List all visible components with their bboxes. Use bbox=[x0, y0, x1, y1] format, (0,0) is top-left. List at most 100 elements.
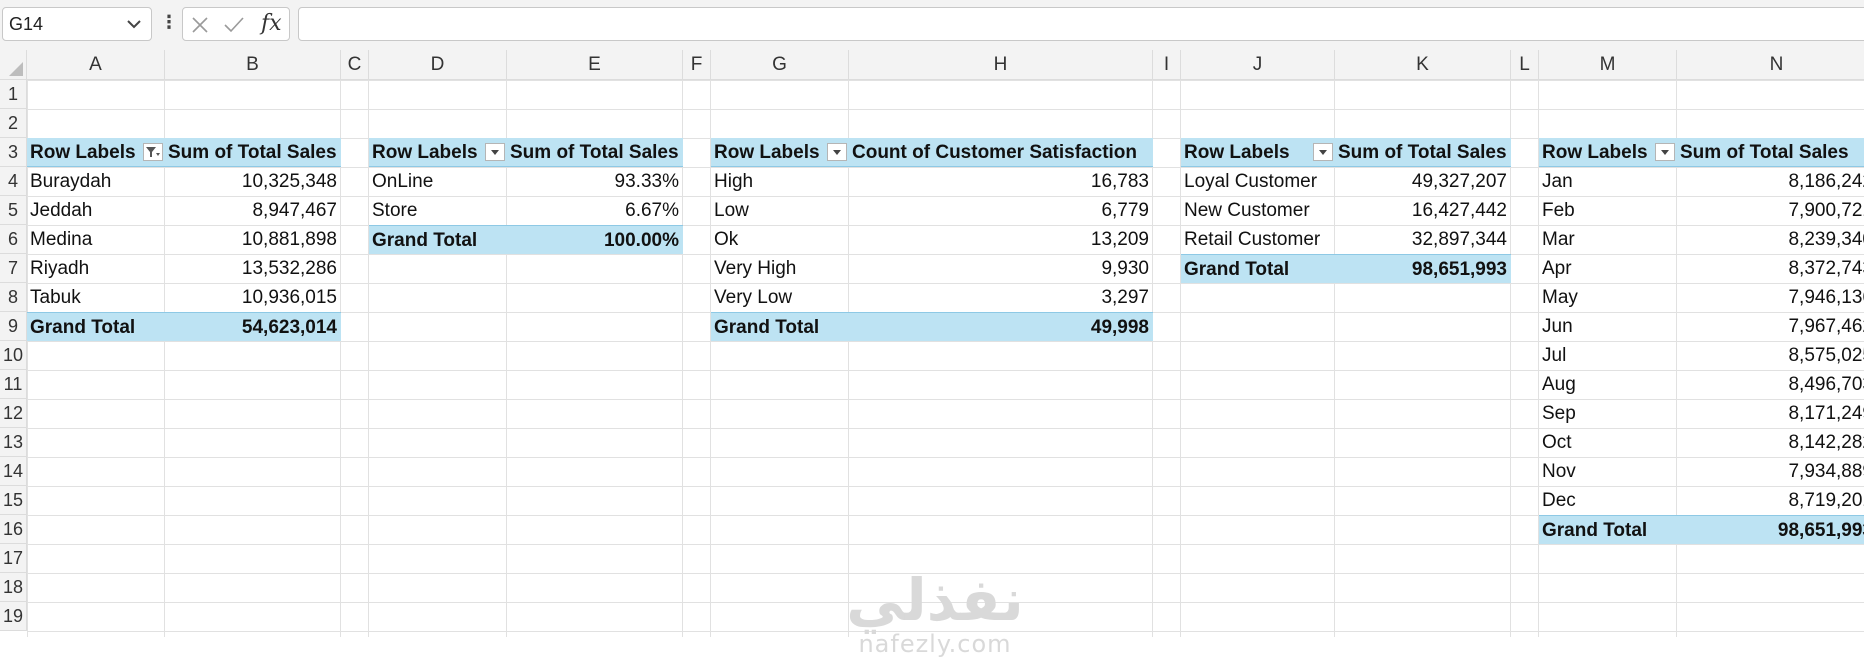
value-cell[interactable]: 93.33% bbox=[507, 167, 683, 196]
row-label[interactable]: Retail Customer bbox=[1181, 225, 1335, 254]
more-options-icon[interactable]: ⋮ bbox=[160, 12, 178, 33]
chevron-down-icon[interactable] bbox=[125, 14, 143, 34]
value-cell[interactable]: 8,239,340 bbox=[1677, 225, 1864, 254]
value-cell[interactable]: 10,881,898 bbox=[165, 225, 341, 254]
value-cell[interactable]: 8,719,201 bbox=[1677, 486, 1864, 515]
grand-total-label[interactable]: Grand Total bbox=[1181, 254, 1335, 283]
column-header-i[interactable]: I bbox=[1153, 50, 1181, 80]
value-cell[interactable]: 49,327,207 bbox=[1335, 167, 1511, 196]
row-label[interactable]: Nov bbox=[1539, 457, 1677, 486]
value-cell[interactable]: 9,930 bbox=[849, 254, 1153, 283]
value-cell[interactable]: 8,186,242 bbox=[1677, 167, 1864, 196]
row-header-13[interactable]: 13 bbox=[0, 428, 27, 457]
value-cell[interactable]: 6.67% bbox=[507, 196, 683, 225]
grand-total-value[interactable]: 54,623,014 bbox=[165, 312, 341, 341]
row-label[interactable]: Mar bbox=[1539, 225, 1677, 254]
row-header-4[interactable]: 4 bbox=[0, 167, 27, 196]
row-label[interactable]: Oct bbox=[1539, 428, 1677, 457]
row-label[interactable]: Riyadh bbox=[27, 254, 165, 283]
row-label[interactable]: Buraydah bbox=[27, 167, 165, 196]
row-label[interactable]: Jan bbox=[1539, 167, 1677, 196]
value-cell[interactable]: 8,142,282 bbox=[1677, 428, 1864, 457]
row-label[interactable]: Low bbox=[711, 196, 849, 225]
filter-applied-icon[interactable] bbox=[143, 143, 163, 161]
value-cell[interactable]: 8,575,025 bbox=[1677, 341, 1864, 370]
value-cell[interactable]: 6,779 bbox=[849, 196, 1153, 225]
grand-total-label[interactable]: Grand Total bbox=[27, 312, 165, 341]
filter-dropdown-icon[interactable] bbox=[485, 143, 505, 161]
row-label[interactable]: High bbox=[711, 167, 849, 196]
value-field-header[interactable]: Sum of Total Sales bbox=[1677, 138, 1864, 167]
row-header-15[interactable]: 15 bbox=[0, 486, 27, 515]
value-cell[interactable]: 3,297 bbox=[849, 283, 1153, 312]
row-header-8[interactable]: 8 bbox=[0, 283, 27, 312]
value-cell[interactable]: 16,783 bbox=[849, 167, 1153, 196]
grand-total-label[interactable]: Grand Total bbox=[711, 312, 849, 341]
value-field-header[interactable]: Sum of Total Sales bbox=[1335, 138, 1511, 167]
grand-total-value[interactable]: 98,651,993 bbox=[1335, 254, 1511, 283]
row-header-6[interactable]: 6 bbox=[0, 225, 27, 254]
row-header-19[interactable]: 19 bbox=[0, 602, 27, 631]
value-field-header[interactable]: Sum of Total Sales bbox=[507, 138, 683, 167]
row-header-2[interactable]: 2 bbox=[0, 109, 27, 138]
row-header-17[interactable]: 17 bbox=[0, 544, 27, 573]
grand-total-label[interactable]: Grand Total bbox=[369, 225, 507, 254]
row-label[interactable]: Ok bbox=[711, 225, 849, 254]
row-label[interactable]: Loyal Customer bbox=[1181, 167, 1335, 196]
value-cell[interactable]: 8,171,249 bbox=[1677, 399, 1864, 428]
row-label[interactable]: Aug bbox=[1539, 370, 1677, 399]
formula-input[interactable] bbox=[298, 7, 1864, 41]
row-label[interactable]: Jun bbox=[1539, 312, 1677, 341]
row-label[interactable]: Store bbox=[369, 196, 507, 225]
row-labels-header[interactable]: Row Labels bbox=[1181, 138, 1335, 167]
column-header-a[interactable]: A bbox=[27, 50, 165, 80]
value-cell[interactable]: 7,967,462 bbox=[1677, 312, 1864, 341]
column-header-l[interactable]: L bbox=[1511, 50, 1539, 80]
column-header-f[interactable]: F bbox=[683, 50, 711, 80]
grand-total-value[interactable]: 49,998 bbox=[849, 312, 1153, 341]
row-label[interactable]: Tabuk bbox=[27, 283, 165, 312]
value-cell[interactable]: 8,372,743 bbox=[1677, 254, 1864, 283]
row-header-7[interactable]: 7 bbox=[0, 254, 27, 283]
column-header-g[interactable]: G bbox=[711, 50, 849, 80]
row-label[interactable]: May bbox=[1539, 283, 1677, 312]
column-header-e[interactable]: E bbox=[507, 50, 683, 80]
row-header-3[interactable]: 3 bbox=[0, 138, 27, 167]
row-label[interactable]: Very Low bbox=[711, 283, 849, 312]
row-header-9[interactable]: 9 bbox=[0, 312, 27, 341]
filter-dropdown-icon[interactable] bbox=[1655, 143, 1675, 161]
value-cell[interactable]: 8,947,467 bbox=[165, 196, 341, 225]
grand-total-label[interactable]: Grand Total bbox=[1539, 515, 1677, 544]
row-label[interactable]: Sep bbox=[1539, 399, 1677, 428]
column-header-c[interactable]: C bbox=[341, 50, 369, 80]
row-label[interactable]: OnLine bbox=[369, 167, 507, 196]
value-cell[interactable]: 13,209 bbox=[849, 225, 1153, 254]
grand-total-value[interactable]: 100.00% bbox=[507, 225, 683, 254]
value-cell[interactable]: 32,897,344 bbox=[1335, 225, 1511, 254]
row-label[interactable]: Apr bbox=[1539, 254, 1677, 283]
row-label[interactable]: Jeddah bbox=[27, 196, 165, 225]
column-header-m[interactable]: M bbox=[1539, 50, 1677, 80]
value-field-header[interactable]: Count of Customer Satisfaction bbox=[849, 138, 1153, 167]
value-cell[interactable]: 10,936,015 bbox=[165, 283, 341, 312]
value-cell[interactable]: 7,900,721 bbox=[1677, 196, 1864, 225]
row-header-14[interactable]: 14 bbox=[0, 457, 27, 486]
row-label[interactable]: Jul bbox=[1539, 341, 1677, 370]
row-header-12[interactable]: 12 bbox=[0, 399, 27, 428]
row-header-10[interactable]: 10 bbox=[0, 341, 27, 370]
value-cell[interactable]: 7,934,889 bbox=[1677, 457, 1864, 486]
row-label[interactable]: New Customer bbox=[1181, 196, 1335, 225]
grand-total-value[interactable]: 98,651,993 bbox=[1677, 515, 1864, 544]
row-header-18[interactable]: 18 bbox=[0, 573, 27, 602]
confirm-icon[interactable] bbox=[223, 16, 245, 34]
column-header-k[interactable]: K bbox=[1335, 50, 1511, 80]
column-header-b[interactable]: B bbox=[165, 50, 341, 80]
select-all-corner[interactable] bbox=[0, 50, 27, 80]
value-cell[interactable]: 13,532,286 bbox=[165, 254, 341, 283]
row-header-16[interactable]: 16 bbox=[0, 515, 27, 544]
name-box[interactable]: G14 bbox=[2, 7, 152, 41]
value-cell[interactable]: 8,496,703 bbox=[1677, 370, 1864, 399]
filter-dropdown-icon[interactable] bbox=[827, 143, 847, 161]
value-field-header[interactable]: Sum of Total Sales bbox=[165, 138, 341, 167]
value-cell[interactable]: 7,946,136 bbox=[1677, 283, 1864, 312]
